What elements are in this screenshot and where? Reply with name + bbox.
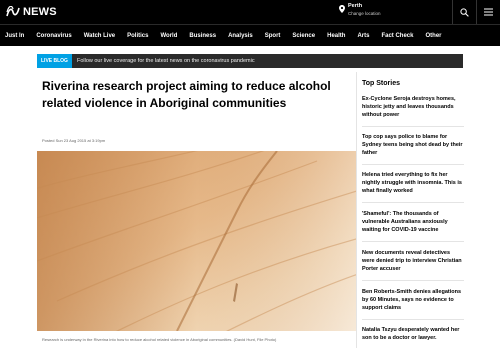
search-button[interactable] — [452, 0, 476, 24]
top-bar: NEWS Perth Change location — [0, 0, 500, 24]
nav-item-arts[interactable]: Arts — [357, 25, 369, 47]
top-story-link[interactable]: Ex-Cyclone Seroja destroys homes, histor… — [362, 95, 464, 119]
top-story-link[interactable]: Ben Roberts-Smith denies allegations by … — [362, 288, 464, 312]
live-blog-banner[interactable]: LIVE BLOG Follow our live coverage for t… — [37, 54, 463, 68]
article-photo — [37, 151, 356, 331]
live-blog-badge: LIVE BLOG — [37, 54, 72, 68]
article-posted-date: Posted Sun 23 Aug 2015 at 3:19pm — [42, 138, 106, 143]
story-divider — [362, 241, 464, 242]
nav-item-politics[interactable]: Politics — [127, 25, 148, 47]
story-divider — [362, 164, 464, 165]
story-divider — [362, 126, 464, 127]
top-story-link[interactable]: 'Shameful': The thousands of vulnerable … — [362, 210, 464, 234]
live-blog-link[interactable]: Follow our live coverage for the latest … — [77, 58, 255, 64]
top-story-link[interactable]: Top cop says police to blame for Sydney … — [362, 133, 464, 157]
menu-button[interactable] — [476, 0, 500, 24]
location-selector[interactable]: Perth Change location — [339, 3, 381, 21]
story-divider — [362, 319, 464, 320]
menu-icon — [484, 8, 493, 16]
nav-item-other[interactable]: Other — [425, 25, 441, 47]
article-headline: Riverina research project aiming to redu… — [42, 79, 331, 110]
change-location-link[interactable]: Change location — [348, 10, 381, 17]
sidebar-divider — [356, 72, 357, 348]
abc-logo-icon — [6, 6, 20, 17]
photo-caption: Research is underway in the Riverina int… — [42, 337, 277, 342]
nav-item-coronavirus[interactable]: Coronavirus — [36, 25, 71, 47]
nav-item-business[interactable]: Business — [189, 25, 216, 47]
top-story-link[interactable]: New documents reveal detectives were den… — [362, 249, 464, 273]
main-nav: Just In Coronavirus Watch Live Politics … — [0, 24, 500, 46]
top-stories-heading: Top Stories — [362, 80, 400, 87]
abc-news-logo[interactable]: NEWS — [6, 5, 57, 19]
nav-item-just-in[interactable]: Just In — [5, 25, 24, 47]
nav-item-health[interactable]: Health — [327, 25, 345, 47]
nav-item-world[interactable]: World — [160, 25, 177, 47]
nav-item-sport[interactable]: Sport — [265, 25, 281, 47]
location-pin-icon — [339, 5, 345, 13]
nav-item-fact-check[interactable]: Fact Check — [381, 25, 413, 47]
nav-item-analysis[interactable]: Analysis — [228, 25, 253, 47]
top-story-link[interactable]: Helena tried everything to fix her night… — [362, 171, 464, 195]
logo-text: NEWS — [23, 6, 57, 18]
story-divider — [362, 202, 464, 203]
location-city: Perth — [348, 3, 363, 9]
nav-item-watch-live[interactable]: Watch Live — [84, 25, 115, 47]
nav-item-science[interactable]: Science — [292, 25, 315, 47]
top-story-link[interactable]: Natalia Tszyu desperately wanted her son… — [362, 326, 464, 342]
story-divider — [362, 280, 464, 281]
search-icon — [460, 7, 469, 17]
